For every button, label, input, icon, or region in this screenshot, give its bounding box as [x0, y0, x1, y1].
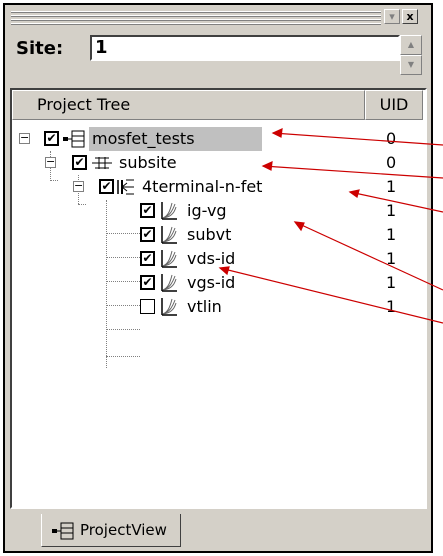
- annotation-arrow: [272, 132, 443, 146]
- annotation-arrows: [218, 128, 443, 324]
- annotation-arrowhead: [348, 189, 360, 198]
- annotation-arrow: [294, 221, 443, 291]
- annotation-arrow: [262, 165, 443, 179]
- annotation-arrow: [349, 191, 443, 213]
- annotation-arrow: [219, 267, 443, 324]
- annotation-arrowhead: [271, 128, 283, 138]
- annotation-arrowhead: [261, 161, 273, 171]
- annotation-arrowhead: [293, 221, 305, 232]
- annotation-arrowhead: [218, 266, 230, 276]
